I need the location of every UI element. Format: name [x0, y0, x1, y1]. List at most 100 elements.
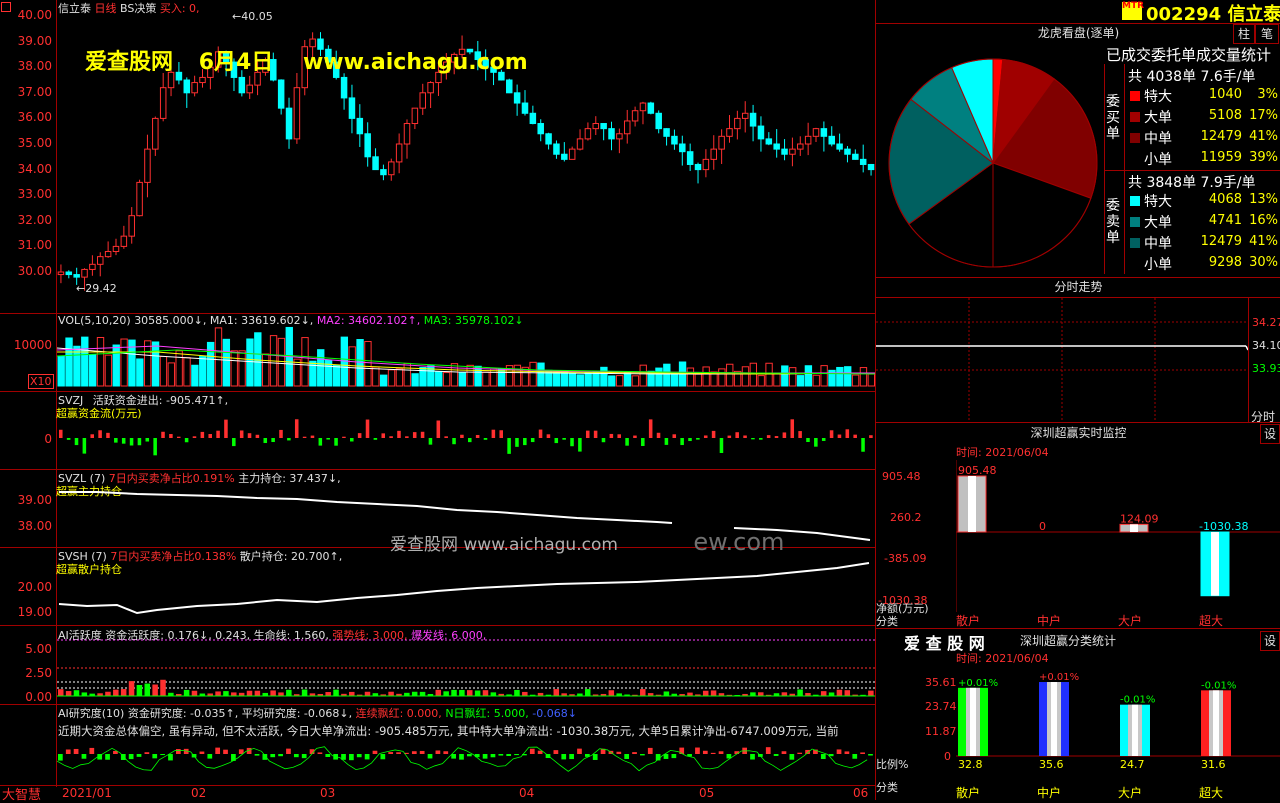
research-bar	[797, 752, 803, 754]
volume-bar	[277, 337, 286, 387]
volume-bar	[317, 349, 325, 387]
activity-bar	[325, 692, 331, 696]
svsh-line-chart[interactable]	[57, 558, 875, 624]
activity-bar	[246, 690, 253, 696]
research-bar	[671, 754, 677, 759]
volume-bar	[749, 362, 758, 387]
center-watermark: 爱查股网 www.aichagu.com ew.com	[390, 528, 784, 556]
volume-bar	[199, 356, 207, 387]
cls-settings-button[interactable]: 设	[1260, 631, 1280, 651]
buy-total: 共 4038单 7.6手/单	[1128, 69, 1256, 85]
cls-tick: 35.61	[925, 676, 957, 689]
flow-bar	[546, 434, 551, 438]
mtr-badge[interactable]: MTR	[1122, 2, 1144, 20]
candle	[592, 116, 600, 136]
volume-bar	[183, 357, 191, 387]
volume-bar	[600, 366, 608, 387]
flow-bar	[420, 431, 425, 438]
vol-tick: 10000	[13, 338, 52, 352]
flow-bar	[680, 438, 684, 446]
volume-bar	[615, 375, 624, 387]
flow-bar	[696, 438, 700, 440]
research-bar	[301, 754, 307, 759]
svzl-tick-top: 39.00	[17, 493, 52, 507]
flow-bar	[798, 431, 802, 438]
candle	[631, 106, 639, 127]
research-bar	[317, 752, 323, 754]
candle	[521, 90, 529, 116]
activity-bar	[435, 689, 442, 696]
candle	[852, 149, 859, 160]
activity-bar	[270, 690, 276, 696]
order-type: 特大	[1144, 194, 1172, 210]
volume-bar	[112, 344, 120, 387]
candle	[104, 241, 112, 258]
candle	[671, 129, 678, 150]
candle	[112, 238, 120, 256]
svzj-chart[interactable]	[57, 412, 875, 468]
chart-area[interactable]: 信立泰 日线 BS决策 买入: 0, 40.00 39.00 38.00 37.00 3…	[0, 0, 875, 803]
price-tick: 34.00	[17, 161, 52, 176]
volume-bar	[859, 367, 868, 387]
flow-bar	[570, 438, 574, 447]
activity-bar	[120, 689, 127, 696]
volume-bar	[442, 372, 451, 387]
order-type: 大单	[1144, 110, 1172, 126]
research-bar	[427, 754, 433, 759]
flow-bar	[727, 435, 732, 438]
activity-bar	[828, 692, 835, 696]
research-bar	[349, 754, 354, 761]
volume-bar	[482, 371, 490, 387]
flow-bar	[562, 438, 566, 440]
flow-bar	[412, 432, 417, 438]
flow-bar	[436, 420, 441, 438]
research-bar	[616, 751, 622, 754]
order-row: 小单	[1130, 254, 1172, 274]
activity-bar	[836, 689, 843, 696]
flow-bar	[593, 430, 598, 438]
volume-bar	[773, 372, 781, 387]
flow-bar	[688, 438, 692, 442]
cls-value: 35.6	[1039, 758, 1064, 771]
volume-bar	[411, 373, 419, 387]
watermark: 爱查股网 6月4日 www.aichagu.com	[85, 44, 528, 76]
cls-change: +0.01%	[1039, 672, 1079, 683]
order-pct: 30%	[1249, 255, 1278, 270]
volume-bar	[529, 361, 537, 387]
volume-bar	[88, 354, 97, 387]
bar-mode-button[interactable]: 柱	[1233, 24, 1255, 44]
color-swatch	[1130, 133, 1140, 143]
research-bar	[89, 747, 95, 754]
flow-bar	[444, 436, 448, 438]
pie-chart[interactable]	[882, 52, 1104, 274]
order-type: 中单	[1144, 131, 1172, 147]
ai-active-chart[interactable]	[57, 636, 875, 704]
flow-bar	[397, 430, 401, 438]
flow-bar	[719, 438, 724, 453]
monitor-settings-button[interactable]: 设	[1260, 424, 1280, 444]
candle	[757, 116, 765, 152]
flow-bar	[452, 438, 456, 445]
intraday-chart[interactable]	[876, 298, 1248, 422]
flow-bar	[499, 430, 504, 438]
cls-change: -0.01%	[1201, 680, 1236, 691]
date-axis	[0, 785, 875, 801]
flow-bar	[208, 434, 212, 438]
monitor-bar-chart[interactable]: 905.48 0 124.09 -1030.38	[956, 460, 1280, 612]
cls-bar-chart[interactable]: +0.01% 32.8 +0.01% 35.6 -0.01% 24.7 -0.01% 31.6	[956, 666, 1280, 786]
ai-research-chart[interactable]	[57, 740, 875, 784]
flow-bar	[751, 438, 755, 440]
svsh-tick-bottom: 19.00	[17, 605, 52, 619]
activity-bar	[286, 689, 292, 696]
candle	[608, 121, 615, 151]
tick-mode-button[interactable]: 笔	[1255, 24, 1279, 44]
candle	[836, 133, 843, 152]
monitor-value: 124.09	[1120, 512, 1159, 525]
volume-bar	[206, 341, 215, 387]
volume-chart[interactable]	[57, 326, 875, 388]
volume-bar	[136, 358, 144, 387]
flow-bar	[641, 438, 645, 446]
candle	[568, 146, 576, 160]
flow-bar	[106, 432, 110, 438]
flow-bar	[530, 438, 535, 443]
